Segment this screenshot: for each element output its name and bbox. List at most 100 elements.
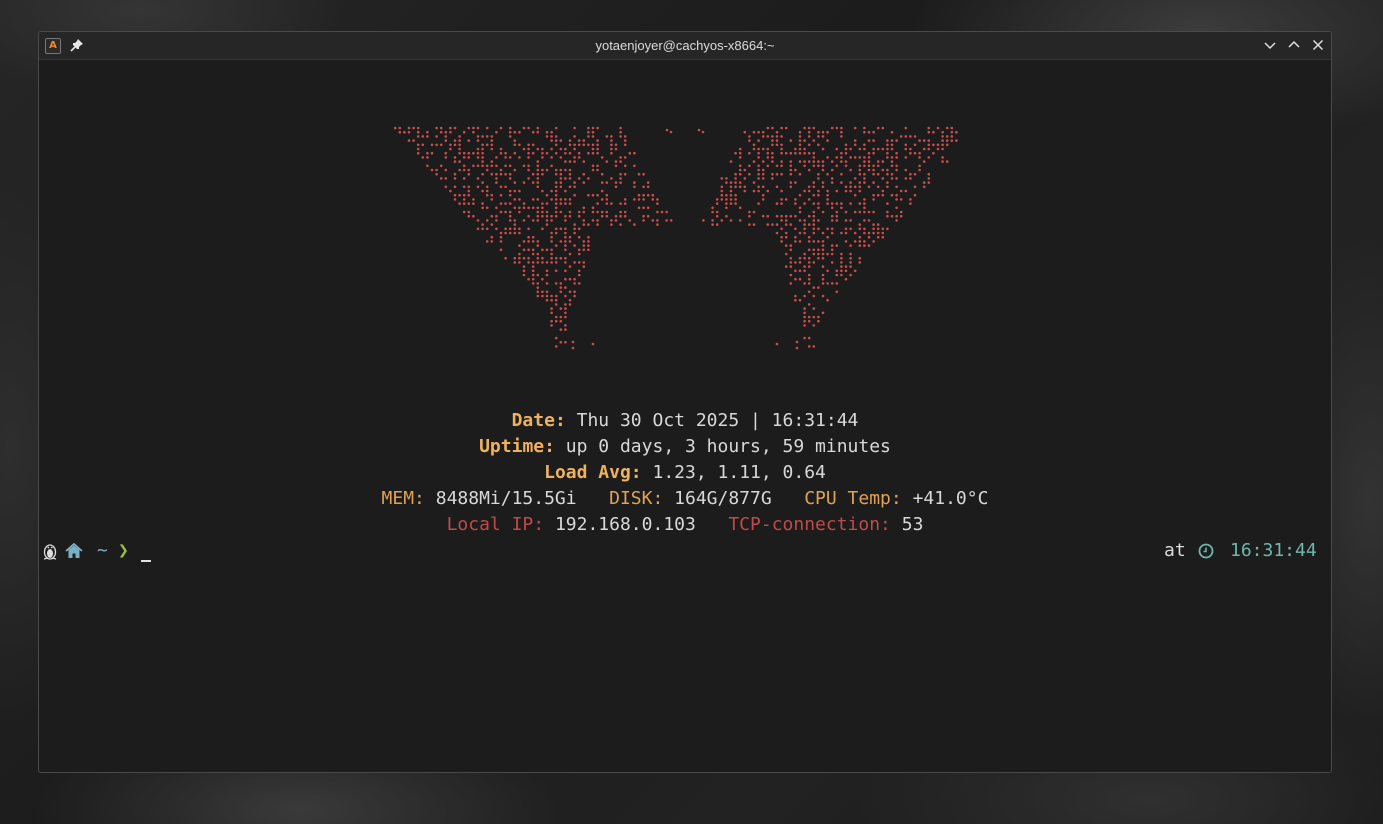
art-dot <box>817 248 820 252</box>
art-dot <box>899 189 903 193</box>
art-dot <box>812 160 816 163</box>
art-dot <box>536 177 540 180</box>
art-dot <box>619 181 622 184</box>
art-dot <box>899 210 903 214</box>
art-dot <box>752 143 756 147</box>
art-dot <box>531 277 535 281</box>
art-dot <box>826 202 829 205</box>
art-dot <box>798 210 802 214</box>
art-dot <box>858 168 862 172</box>
art-dot <box>596 151 599 155</box>
art-dot <box>573 185 576 189</box>
art-dot <box>559 307 563 310</box>
art-dot <box>830 168 834 172</box>
art-dot <box>950 126 954 130</box>
art-dot <box>812 240 816 243</box>
art-dot <box>587 130 590 134</box>
art-dot <box>619 160 622 163</box>
art-dot <box>849 168 852 172</box>
art-dot <box>789 168 793 172</box>
art-dot <box>849 185 852 189</box>
art-dot <box>858 235 862 239</box>
art-dot <box>485 206 489 210</box>
art-dot <box>490 235 494 239</box>
art-dot <box>458 143 461 147</box>
art-dot <box>812 223 816 226</box>
art-dot <box>545 248 549 252</box>
art-dot <box>573 135 576 138</box>
art-dot <box>490 223 494 226</box>
art-dot <box>619 130 622 134</box>
art-dot <box>651 193 655 197</box>
art-dot <box>876 227 880 231</box>
art-dot <box>835 290 839 294</box>
art-dot <box>780 219 783 222</box>
art-dot <box>462 198 466 201</box>
art-dot <box>817 143 820 147</box>
art-dot <box>895 193 898 197</box>
art-dot <box>844 143 848 147</box>
art-dot <box>536 252 540 256</box>
terminal-area[interactable]: Date: Thu 30 Oct 2025 | 16:31:44 Uptime:… <box>39 60 1331 772</box>
art-dot <box>550 235 553 239</box>
art-dot <box>872 151 875 155</box>
art-dot <box>830 177 834 180</box>
art-dot <box>536 210 540 214</box>
art-dot <box>807 248 811 252</box>
chevron-up-icon[interactable] <box>1286 37 1302 53</box>
shell-prompt[interactable]: ~ ❯ at 16:31:44 <box>39 538 1331 564</box>
art-dot <box>863 130 866 134</box>
art-dot <box>596 223 599 226</box>
text-cursor[interactable] <box>141 560 151 562</box>
terminal-window[interactable]: A yotaenjoyer@cachyos-x8664:~ Date: Thu … <box>38 31 1332 773</box>
art-dot <box>412 139 415 142</box>
art-dot <box>508 135 512 138</box>
art-dot <box>817 130 820 134</box>
art-dot <box>531 151 535 155</box>
art-dot <box>476 151 480 155</box>
art-dot <box>771 151 774 155</box>
art-dot <box>559 286 563 289</box>
art-dot <box>577 143 581 147</box>
art-dot <box>849 273 852 277</box>
art-dot <box>738 219 742 222</box>
art-dot <box>766 147 770 151</box>
art-dot <box>642 206 645 210</box>
uptime-value: up 0 days, 3 hours, 59 minutes <box>554 436 891 457</box>
art-dot <box>559 156 563 159</box>
art-dot <box>858 164 862 168</box>
art-dot <box>895 198 898 201</box>
art-dot <box>761 172 765 176</box>
art-dot <box>591 143 595 147</box>
art-dot <box>867 164 871 168</box>
art-dot <box>554 269 558 273</box>
art-dot <box>812 193 816 197</box>
art-dot <box>830 126 834 130</box>
art-dot <box>531 198 535 201</box>
art-dot <box>780 240 783 243</box>
art-dot <box>752 160 756 163</box>
art-dot <box>738 151 742 155</box>
art-dot <box>761 160 765 163</box>
art-dot <box>867 168 871 172</box>
art-dot <box>472 202 475 205</box>
art-dot <box>821 240 825 243</box>
art-dot <box>729 193 733 197</box>
art-dot <box>830 282 834 285</box>
art-dot <box>932 143 935 147</box>
art-dot <box>481 147 484 151</box>
art-dot <box>495 164 498 168</box>
title-bar[interactable]: A yotaenjoyer@cachyos-x8664:~ <box>39 32 1331 60</box>
art-dot <box>849 244 852 247</box>
art-dot <box>527 151 530 155</box>
art-dot <box>794 214 797 218</box>
art-dot <box>642 193 645 197</box>
art-dot <box>444 156 448 159</box>
art-dot <box>789 223 793 226</box>
close-icon[interactable] <box>1310 37 1326 53</box>
art-dot <box>600 198 604 201</box>
art-dot <box>757 172 760 176</box>
art-dot <box>941 139 944 142</box>
art-dot <box>568 210 572 214</box>
chevron-down-icon[interactable] <box>1262 37 1278 53</box>
